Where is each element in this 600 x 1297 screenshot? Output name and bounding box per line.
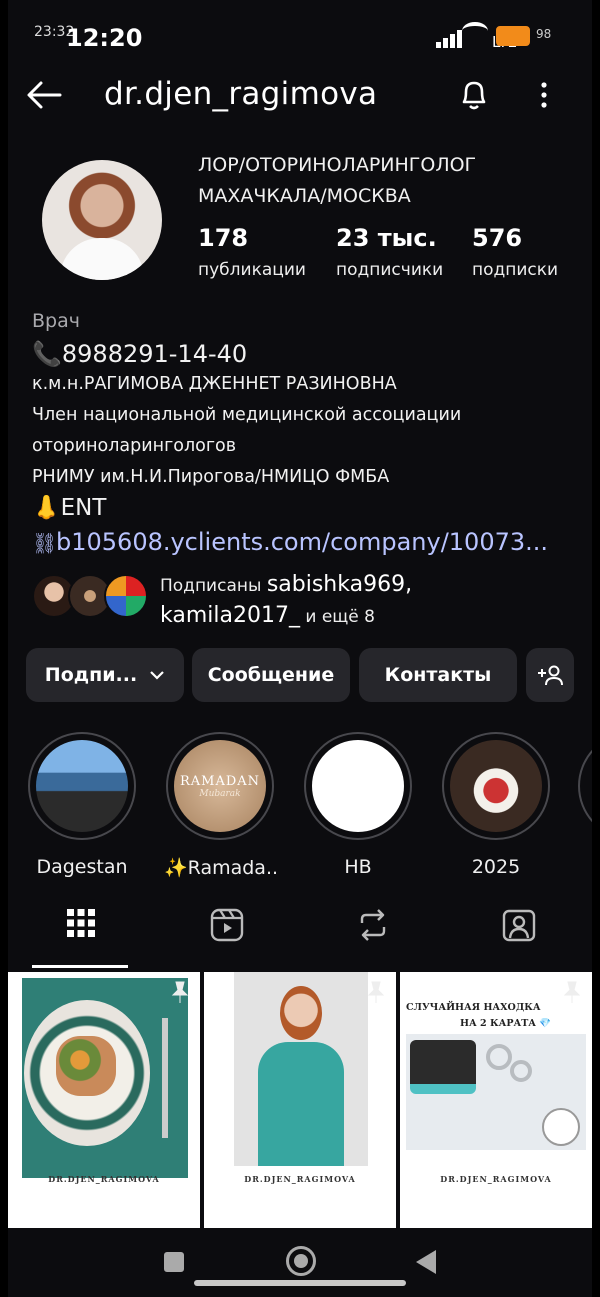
post-image bbox=[234, 972, 368, 1166]
back-triangle-icon[interactable] bbox=[416, 1250, 436, 1274]
highlight-label: 2025 bbox=[471, 856, 521, 878]
active-tab-indicator bbox=[32, 965, 128, 968]
highlight-cover bbox=[450, 740, 542, 832]
pin-icon bbox=[367, 981, 385, 1003]
bell-icon[interactable] bbox=[456, 76, 492, 112]
highlight-label: ✨Ramada... bbox=[164, 857, 276, 879]
tab-tagged[interactable] bbox=[446, 908, 592, 966]
add-person-button[interactable] bbox=[526, 648, 574, 702]
battery-level: 98 bbox=[536, 27, 552, 41]
pin-icon bbox=[563, 981, 581, 1003]
profile-header: dr.djen_ragimova bbox=[8, 70, 592, 126]
followed-by-suffix: и ещё 8 bbox=[305, 607, 375, 627]
chevron-down-icon bbox=[150, 671, 164, 680]
bio-specialty: ЛОР/ОТОРИНОЛАРИНГОЛОГ bbox=[198, 154, 477, 176]
post-thumbnail[interactable]: DR.DJEN_RAGIMOVA bbox=[8, 972, 200, 1228]
message-button-label: Сообщение bbox=[207, 664, 335, 686]
bio-phone: 📞8988291-14-40 bbox=[32, 340, 248, 368]
bio-cities: МАХАЧКАЛА/МОСКВА bbox=[198, 185, 411, 207]
post-caption: DR.DJEN_RAGIMOVA bbox=[48, 1174, 160, 1184]
stat-posts-value: 178 bbox=[198, 224, 249, 252]
post-caption: DR.DJEN_RAGIMOVA bbox=[244, 1174, 356, 1184]
post-caption: DR.DJEN_RAGIMOVA bbox=[440, 1174, 552, 1184]
stat-posts-label: публикации bbox=[198, 260, 306, 280]
highlight-dagestan[interactable]: Dagestan bbox=[26, 732, 138, 878]
highlight-cover bbox=[312, 740, 404, 832]
ramadan-cover-title: RAMADAN bbox=[179, 773, 261, 789]
highlight-label: Dagestan bbox=[36, 856, 128, 878]
grid-icon bbox=[67, 909, 95, 937]
repost-icon bbox=[360, 909, 386, 941]
post-image bbox=[406, 1034, 586, 1150]
profile-avatar[interactable] bbox=[42, 160, 162, 280]
post-thumbnail[interactable]: СЛУЧАЙНАЯ НАХОДКА НА 2 КАРАТА 💎 DR.DJEN_… bbox=[400, 972, 592, 1228]
follow-button-label: Подпи... bbox=[44, 664, 138, 686]
stat-followers[interactable]: 23 тыс. подписчики bbox=[336, 224, 443, 280]
bio-headline: ЛОР/ОТОРИНОЛАРИНГОЛОГ МАХАЧКАЛА/МОСКВА bbox=[198, 150, 476, 212]
tagged-person-icon bbox=[502, 909, 536, 942]
followed-by[interactable]: Подписаны sabishka969, kamila2017_ и ещё… bbox=[32, 570, 592, 630]
bio-line-association-cont: оториноларингологов bbox=[32, 436, 237, 456]
bio-link-text: b105608.yclients.com/company/10073... bbox=[56, 528, 549, 556]
stat-followers-label: подписчики bbox=[336, 260, 444, 280]
instagram-profile-screen: 23:32 12:20 LTE 98 dr.djen_ragimova ЛОР/… bbox=[8, 0, 592, 1297]
followed-by-name-1: sabishka969, bbox=[266, 572, 413, 597]
link-icon: ⛓ bbox=[32, 531, 58, 555]
system-navigation-bar bbox=[8, 1232, 592, 1297]
profile-category: Врач bbox=[32, 310, 80, 332]
bio-link[interactable]: ⛓b105608.yclients.com/company/10073... bbox=[32, 528, 588, 556]
signal-icon bbox=[436, 30, 462, 48]
post-title-line1: СЛУЧАЙНАЯ НАХОДКА bbox=[406, 1002, 541, 1013]
bio-line-association: Член национальной медицинской ассоциации bbox=[32, 405, 462, 425]
stat-posts[interactable]: 178 публикации bbox=[198, 224, 306, 280]
home-icon[interactable] bbox=[286, 1246, 316, 1276]
stat-followers-value: 23 тыс. bbox=[336, 224, 437, 252]
recent-apps-icon[interactable] bbox=[164, 1252, 184, 1272]
followed-by-text: Подписаны sabishka969, kamila2017_ и ещё… bbox=[160, 570, 412, 632]
tab-reels[interactable] bbox=[154, 908, 300, 966]
post-image bbox=[22, 978, 188, 1178]
username-title: dr.djen_ragimova bbox=[104, 76, 378, 112]
highlight-cover: RAMADAN Mubarak bbox=[174, 740, 266, 832]
add-person-icon bbox=[538, 665, 563, 686]
highlight-cover bbox=[36, 740, 128, 832]
followed-by-name-2: kamila2017_ bbox=[160, 603, 300, 628]
bio-ent: 👃ENT bbox=[32, 495, 107, 521]
status-bar: 23:32 12:20 LTE 98 bbox=[8, 0, 592, 70]
tab-grid[interactable] bbox=[8, 908, 154, 968]
more-options-icon[interactable] bbox=[534, 80, 554, 110]
post-thumbnail[interactable]: DR.DJEN_RAGIMOVA bbox=[204, 972, 396, 1228]
highlight-nv[interactable]: НВ bbox=[302, 732, 414, 878]
message-button[interactable]: Сообщение bbox=[192, 648, 350, 702]
highlight-partial-ring bbox=[578, 732, 592, 840]
back-arrow-icon[interactable] bbox=[26, 80, 62, 110]
highlight-ramadan[interactable]: RAMADAN Mubarak ✨Ramada... bbox=[164, 732, 276, 879]
highlight-more[interactable] bbox=[578, 732, 592, 840]
status-time: 12:20 bbox=[66, 24, 143, 52]
contacts-button[interactable]: Контакты bbox=[359, 648, 517, 702]
follower-avatar bbox=[104, 574, 148, 618]
follow-button[interactable]: Подпи... bbox=[26, 648, 184, 702]
ramadan-cover-subtitle: Mubarak bbox=[199, 788, 241, 799]
post-title-line2: НА 2 КАРАТА 💎 bbox=[460, 1018, 552, 1029]
stat-following-label: подписки bbox=[472, 260, 559, 280]
contacts-button-label: Контакты bbox=[384, 664, 492, 686]
followed-by-prefix: Подписаны bbox=[160, 576, 262, 596]
highlight-label: НВ bbox=[344, 856, 372, 878]
stat-following[interactable]: 576 подписки bbox=[472, 224, 558, 280]
reels-icon bbox=[210, 908, 244, 942]
bio-line-name: к.м.н.РАГИМОВА ДЖЕННЕТ РАЗИНОВНА bbox=[32, 374, 397, 394]
gesture-bar[interactable] bbox=[194, 1280, 406, 1286]
pin-icon bbox=[171, 981, 189, 1003]
wifi-icon bbox=[462, 22, 488, 40]
battery-icon bbox=[496, 26, 530, 46]
highlight-2025[interactable]: 2025 bbox=[440, 732, 552, 878]
bio-line-institution: РНИМУ им.Н.И.Пирогова/НМИЦО ФМБА bbox=[32, 467, 390, 487]
stat-following-value: 576 bbox=[472, 224, 523, 252]
tab-reposts[interactable] bbox=[300, 908, 446, 966]
